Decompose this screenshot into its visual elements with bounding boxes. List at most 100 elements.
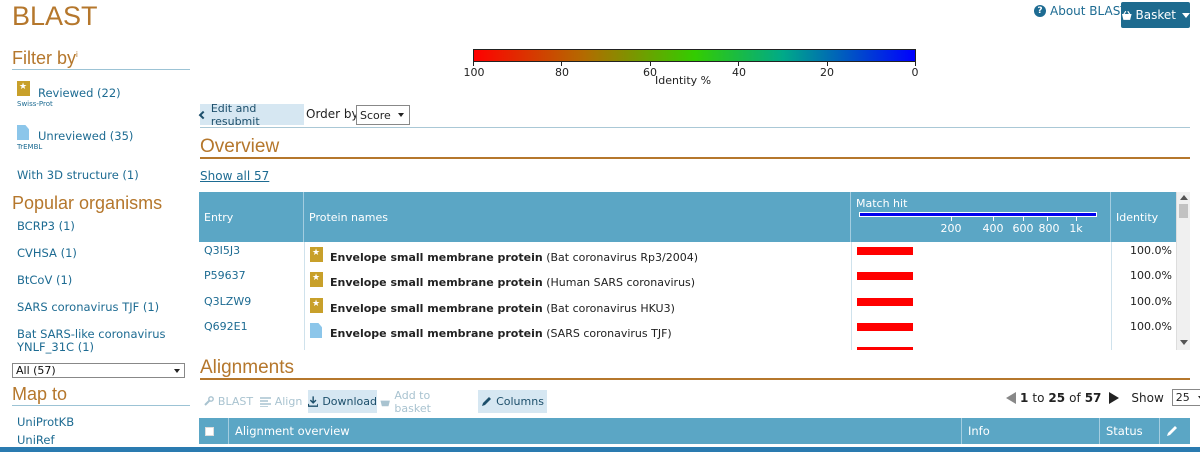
map-uniprotkb-link[interactable]: UniProtKB (17, 415, 74, 429)
protein-name: Envelope small membrane protein (Human S… (330, 276, 695, 289)
map-uniref-link[interactable]: UniRef (17, 433, 55, 447)
previous-page-icon[interactable] (1006, 391, 1016, 404)
filter-3d-structure[interactable]: With 3D structure (1) (17, 168, 139, 182)
scroll-down-icon[interactable] (1180, 340, 1188, 345)
entry-link[interactable]: Q3I5J3 (204, 244, 240, 257)
identity-value: 100.0% (1130, 320, 1172, 333)
edit-resubmit-label: Edit and resubmit (210, 101, 260, 128)
blast-button[interactable]: BLAST (200, 390, 256, 413)
organism-link[interactable]: BCRP3 (1) (17, 219, 75, 233)
basket-icon (1121, 10, 1132, 20)
match-hit-bar[interactable] (857, 272, 913, 280)
protein-organism: (Bat coronavirus HKU3) (546, 302, 675, 315)
column-entry[interactable]: Entry (199, 192, 304, 242)
basket-button[interactable]: Basket (1121, 2, 1190, 28)
overview-scrollbar[interactable] (1176, 192, 1190, 350)
align-button-label: Align (274, 395, 303, 408)
scale-label: 400 (982, 222, 1004, 235)
order-by-value: Score (360, 108, 391, 122)
organism-link[interactable]: BtCoV (1) (17, 273, 72, 287)
reviewed-icon (310, 247, 323, 262)
organism-link[interactable]: SARS coronavirus TJF (1) (17, 300, 159, 314)
overview-divider (200, 157, 1190, 159)
protein-name: Envelope small membrane protein (SARS co… (330, 327, 672, 340)
unreviewed-icon (17, 125, 29, 140)
map-to-heading: Map to (12, 384, 68, 404)
show-label: Show (1131, 390, 1164, 405)
match-hit-bar-partial (857, 347, 913, 350)
download-button[interactable]: Download (308, 390, 377, 413)
show-count-value: 25 (1175, 391, 1190, 404)
columns-button[interactable]: Columns (478, 390, 547, 413)
wrench-icon (204, 396, 214, 406)
filter-reviewed[interactable]: Reviewed (22) (38, 86, 121, 100)
blast-button-label: BLAST (217, 395, 254, 408)
filter-heading: Filter byi (12, 48, 78, 69)
protein-organism: (SARS coronavirus TJF) (546, 327, 672, 340)
filter-info-icon[interactable]: i (76, 50, 78, 59)
entry-link[interactable]: P59637 (204, 269, 246, 282)
bottom-bar (0, 447, 1200, 452)
align-button[interactable]: Align (258, 390, 304, 413)
column-status[interactable]: Status (1100, 418, 1160, 444)
page-title: BLAST (12, 1, 98, 31)
scroll-thumb[interactable] (1179, 204, 1188, 218)
match-hit-title: Match hit (856, 197, 908, 210)
protein-organism: (Human SARS coronavirus) (546, 276, 696, 289)
column-protein-names[interactable]: Protein names (304, 192, 851, 242)
column-info[interactable]: Info (962, 418, 1100, 444)
add-to-basket-button[interactable]: Add to basket (380, 389, 466, 415)
match-hit-bar[interactable] (857, 298, 913, 306)
select-all-checkbox[interactable] (205, 426, 214, 436)
match-hit-bar[interactable] (857, 323, 913, 331)
match-hit-bar[interactable] (857, 247, 913, 255)
protein-name-main: Envelope small membrane protein (330, 251, 543, 264)
page-total: 57 (1084, 390, 1102, 405)
about-blast-label: About BLAST (1050, 4, 1128, 18)
filter-unreviewed[interactable]: Unreviewed (35) (38, 129, 133, 143)
next-page-icon[interactable] (1109, 391, 1120, 404)
organism-select[interactable]: All (57) (12, 363, 185, 378)
table-row: Q3LZW9 Envelope small membrane protein (… (199, 293, 1176, 318)
edit-resubmit-button[interactable]: Edit and resubmit (198, 101, 304, 128)
entry-link[interactable]: Q692E1 (204, 320, 248, 333)
show-all-link[interactable]: Show all 57 (200, 169, 269, 183)
unreviewed-subtitle: TrEMBL (17, 143, 43, 151)
scale-tick (1076, 216, 1077, 221)
pencil-icon[interactable] (1166, 425, 1178, 437)
table-row: Q3I5J3 Envelope small membrane protein (… (199, 242, 1176, 267)
protein-name-main: Envelope small membrane protein (330, 276, 543, 289)
organism-link-continued[interactable]: YNLF_31C (1) (17, 340, 94, 354)
column-identity[interactable]: Identity (1111, 192, 1176, 242)
page-from: 1 (1020, 390, 1029, 405)
scale-tick (951, 216, 952, 221)
show-count-select[interactable]: 25 (1171, 389, 1200, 406)
about-blast-link[interactable]: ? About BLAST (1034, 4, 1128, 18)
popular-organisms-heading: Popular organisms (12, 193, 163, 213)
page-to-word: to (1032, 390, 1045, 405)
organism-select-value: All (57) (16, 364, 56, 377)
order-by-select[interactable]: Score (356, 105, 410, 125)
organism-link[interactable]: Bat SARS-like coronavirus (17, 327, 166, 341)
identity-value: 100.0% (1130, 269, 1172, 282)
scroll-up-icon[interactable] (1180, 195, 1188, 200)
protein-name-main: Envelope small membrane protein (330, 302, 543, 315)
reviewed-icon (17, 81, 30, 96)
legend-title: Identity % (655, 74, 712, 87)
protein-name: Envelope small membrane protein (Bat cor… (330, 251, 698, 264)
reviewed-icon (310, 272, 323, 287)
basket-label: Basket (1135, 8, 1176, 22)
filter-heading-text: Filter by (12, 48, 77, 68)
help-icon: ? (1034, 5, 1046, 17)
chevron-down-icon (1182, 12, 1190, 18)
chevron-down-icon (174, 368, 180, 373)
column-alignment-overview[interactable]: Alignment overview (229, 418, 962, 444)
organism-link[interactable]: CVHSA (1) (17, 246, 77, 260)
download-button-label: Download (322, 395, 377, 408)
entry-link[interactable]: Q3LZW9 (204, 295, 251, 308)
identity-value: 100.0% (1130, 244, 1172, 257)
scale-tick (1023, 216, 1024, 221)
filter-divider (12, 69, 190, 70)
scale-tick (993, 216, 994, 221)
reviewed-subtitle: Swiss-Prot (17, 100, 53, 108)
